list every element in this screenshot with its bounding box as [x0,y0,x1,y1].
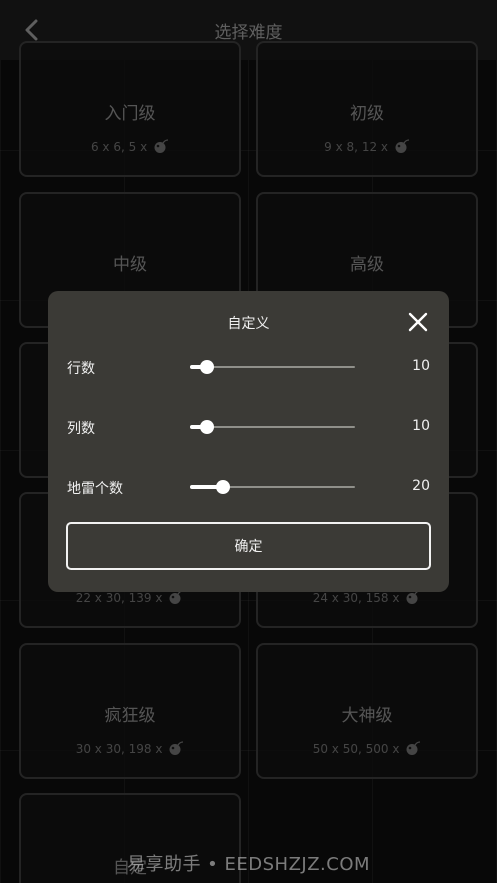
rows-value: 10 [412,358,430,374]
watermark-text: 易享助手 • EEDSHZJZ.COM [126,854,371,875]
columns-value: 10 [412,418,430,434]
slider-thumb[interactable] [199,420,214,434]
close-button[interactable] [407,311,429,333]
mines-setting: 地雷个数 20 [48,472,449,502]
slider-thumb[interactable] [216,480,230,494]
slider-thumb[interactable] [199,360,214,374]
dialog-title: 自定义 [227,316,270,332]
close-icon [408,312,428,332]
columns-setting: 列数 10 [48,412,449,442]
mines-slider[interactable] [190,480,355,494]
slider-track [190,366,355,368]
columns-slider[interactable] [190,420,355,434]
rows-label: 行数 [67,361,95,377]
mines-label: 地雷个数 [67,481,123,497]
rows-slider[interactable] [190,360,355,374]
columns-label: 列数 [67,421,95,437]
custom-dialog: 自定义 行数 10 列数 10 地雷个数 20 确定 [48,291,449,592]
confirm-button[interactable]: 确定 [66,522,431,570]
slider-track [190,426,355,428]
rows-setting: 行数 10 [48,352,449,382]
mines-value: 20 [412,478,430,494]
